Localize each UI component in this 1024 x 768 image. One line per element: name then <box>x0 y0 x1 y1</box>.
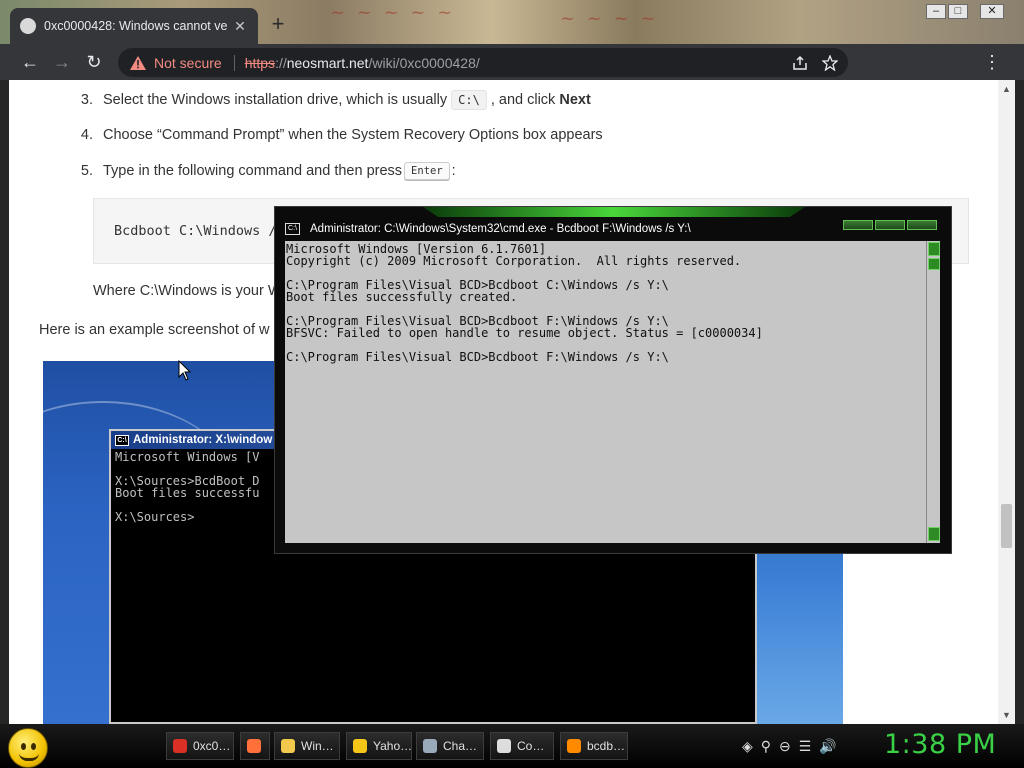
taskbar-button-search[interactable]: bcdb… <box>560 732 628 760</box>
yahoo-messenger-icon <box>353 739 367 753</box>
close-window-button[interactable]: ✕ <box>980 4 1004 19</box>
cmd-scroll-down-button[interactable] <box>928 527 940 541</box>
reload-button[interactable]: ↻ <box>78 46 110 78</box>
step-bold: Next <box>559 92 591 108</box>
maximize-button[interactable]: □ <box>948 4 968 19</box>
step-text: Choose “Command Prompt” when the System … <box>103 127 603 143</box>
screenshot-cmd-title: Administrator: X:\window <box>133 434 273 446</box>
step-number: 5. <box>80 163 93 179</box>
cmd-icon: C:\ <box>285 223 300 235</box>
cmd-scroll-up-button[interactable] <box>928 242 940 256</box>
page-scrollbar[interactable]: ▲ ▼ <box>998 80 1015 724</box>
taskbar-button-chat-people[interactable]: Cha… <box>416 732 484 760</box>
scroll-down-arrow-icon[interactable]: ▼ <box>1002 710 1011 720</box>
cmd-close-button[interactable] <box>907 220 937 230</box>
search-tray-icon[interactable]: ⚲ <box>761 738 771 755</box>
system-tray: ◈ ⚲ ⊖ ☰ 🔊 <box>742 738 837 755</box>
cmd-scrollbar[interactable] <box>926 241 940 543</box>
clock[interactable]: 1:38 PM <box>884 729 996 760</box>
minimize-button[interactable]: – <box>926 4 946 19</box>
cmd-maximize-button[interactable] <box>875 220 905 230</box>
taskbar-button-label: bcdb… <box>587 739 626 753</box>
search-icon <box>567 739 581 753</box>
not-secure-label[interactable]: Not secure <box>154 55 222 71</box>
taskbar-button-chrome[interactable]: 0xc0… <box>166 732 234 760</box>
taskbar-button-yahoo-messenger[interactable]: Yaho… <box>346 732 412 760</box>
scroll-up-arrow-icon[interactable]: ▲ <box>1002 84 1011 94</box>
warning-icon <box>130 55 146 70</box>
step-4: 4. Choose “Command Prompt” when the Syst… <box>69 127 603 143</box>
step-text: Type in the following command and then p… <box>103 163 403 179</box>
firefox-icon <box>247 739 261 753</box>
step-5: 5. Type in the following command and the… <box>69 162 456 180</box>
taskbar: 0xc0… Win… Yaho… Cha… Co… bcdb… ◈ ⚲ ⊖ ☰ 🔊 1:38 PM <box>0 724 1024 768</box>
cmd-icon: C:\ <box>115 434 129 446</box>
desktop: ~ ~ ~ ~ ~ ~ ~ ~ ~ 0xc0000428: Windows ca… <box>0 0 1024 768</box>
step-text-post: : <box>451 163 456 179</box>
mouse-pointer-icon <box>178 360 192 381</box>
step-text-mid: , and click <box>490 92 556 108</box>
url-separator: :// <box>275 54 287 71</box>
chat-people-icon <box>423 739 437 753</box>
action-center-icon[interactable]: ☰ <box>799 738 812 755</box>
taskbar-button-label: Win… <box>301 739 334 753</box>
taskbar-button-console[interactable]: Co… <box>490 732 554 760</box>
taskbar-button-label: 0xc0… <box>193 739 231 753</box>
volume-icon[interactable]: 🔊 <box>819 738 836 755</box>
step-number: 3. <box>80 92 93 108</box>
new-tab-button[interactable]: + <box>266 12 290 36</box>
folder-icon <box>281 739 295 753</box>
cmd-output: Microsoft Windows [Version 6.1.7601] Cop… <box>286 242 763 364</box>
browser-tab-active[interactable]: 0xc0000428: Windows cannot ve ✕ <box>10 8 258 44</box>
cmd-minimize-button[interactable] <box>843 220 873 230</box>
step-number: 4. <box>80 127 93 143</box>
cmd-scroll-thumb[interactable] <box>928 258 940 270</box>
step-text: Select the Windows installation drive, w… <box>103 92 448 108</box>
share-icon[interactable] <box>792 55 808 71</box>
cmd-window[interactable]: C:\ Administrator: C:\Windows\System32\c… <box>274 206 952 554</box>
mute-circle-icon[interactable]: ⊖ <box>779 738 791 755</box>
address-bar[interactable]: Not secure https://neosmart.net/wiki/0xc… <box>118 48 848 77</box>
theme-artwork-2: ~ ~ ~ ~ <box>560 8 659 29</box>
console-icon <box>497 739 511 753</box>
network-icon[interactable]: ◈ <box>742 738 753 755</box>
where-paragraph: Where C:\Windows is your W <box>93 283 282 299</box>
example-paragraph: Here is an example screenshot of w <box>39 322 270 338</box>
theme-artwork: ~ ~ ~ ~ ~ <box>330 2 456 23</box>
taskbar-button-label: Yaho… <box>373 739 413 753</box>
favicon-icon <box>20 18 36 34</box>
tab-close-icon[interactable]: ✕ <box>232 18 248 35</box>
inline-code: C:\ <box>451 90 487 110</box>
taskbar-button-folder[interactable]: Win… <box>274 732 340 760</box>
start-button-smiley-icon[interactable] <box>8 728 48 768</box>
cmd-window-controls <box>843 220 937 230</box>
omnibox-divider <box>233 54 235 71</box>
back-button[interactable]: ← <box>14 46 46 78</box>
enter-key: Enter <box>404 162 450 180</box>
taskbar-button-firefox[interactable] <box>240 732 270 760</box>
browser-toolbar: ← → ↻ Not secure https://neosmart.net/wi… <box>0 44 1024 115</box>
bookmark-star-icon[interactable] <box>822 54 838 71</box>
window-border-right <box>1015 80 1024 724</box>
tab-strip: ~ ~ ~ ~ ~ ~ ~ ~ ~ 0xc0000428: Windows ca… <box>0 0 1024 44</box>
menu-kebab-icon[interactable]: ⋮ <box>976 46 1008 78</box>
url-host: neosmart.net <box>286 54 369 71</box>
forward-button[interactable]: → <box>46 46 78 78</box>
url-path: /wiki/0xc0000428/ <box>368 54 480 71</box>
chrome-icon <box>173 739 187 753</box>
cmd-titlebar-glow <box>423 207 805 217</box>
scrollbar-thumb[interactable] <box>1001 504 1012 548</box>
cmd-titlebar[interactable]: C:\ Administrator: C:\Windows\System32\c… <box>285 221 691 237</box>
cmd-console-area[interactable]: Microsoft Windows [Version 6.1.7601] Cop… <box>285 241 926 543</box>
window-border-left <box>0 80 9 724</box>
step-3: 3. Select the Windows installation drive… <box>69 90 591 110</box>
taskbar-button-label: Co… <box>517 739 545 753</box>
url-scheme: https <box>244 54 276 71</box>
taskbar-button-label: Cha… <box>443 739 478 753</box>
cmd-window-title: Administrator: C:\Windows\System32\cmd.e… <box>310 223 691 235</box>
tab-title: 0xc0000428: Windows cannot ve <box>44 19 228 33</box>
